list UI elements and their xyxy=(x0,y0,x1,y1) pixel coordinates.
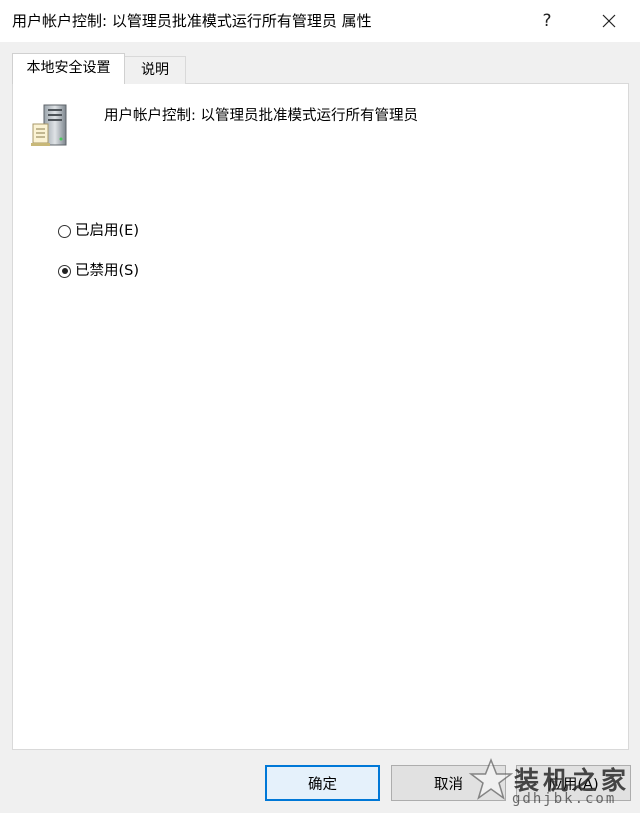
radio-disabled-label: 已禁用(S) xyxy=(75,263,140,279)
title-bar: 用户帐户控制: 以管理员批准模式运行所有管理员 属性 ? xyxy=(0,0,640,42)
tab-explain[interactable]: 说明 xyxy=(124,56,186,84)
close-button[interactable] xyxy=(586,0,632,42)
window-title: 用户帐户控制: 以管理员批准模式运行所有管理员 属性 xyxy=(12,12,372,30)
tab-panel xyxy=(12,83,629,750)
radio-enabled[interactable]: 已启用(E) xyxy=(58,221,139,241)
close-icon xyxy=(602,14,616,28)
policy-title: 用户帐户控制: 以管理员批准模式运行所有管理员 xyxy=(104,108,418,124)
radio-enabled-label: 已启用(E) xyxy=(75,223,139,239)
radio-disabled[interactable]: 已禁用(S) xyxy=(58,261,139,281)
tab-local-security-setting[interactable]: 本地安全设置 xyxy=(12,53,125,84)
server-icon xyxy=(31,104,67,146)
radio-disabled-circle[interactable] xyxy=(58,264,71,278)
ok-button[interactable]: 确定 xyxy=(265,765,380,801)
apply-button[interactable]: 应用(A) xyxy=(516,765,631,801)
help-button[interactable]: ? xyxy=(524,0,570,42)
cancel-button[interactable]: 取消 xyxy=(391,765,506,801)
radio-enabled-circle[interactable] xyxy=(58,224,71,238)
